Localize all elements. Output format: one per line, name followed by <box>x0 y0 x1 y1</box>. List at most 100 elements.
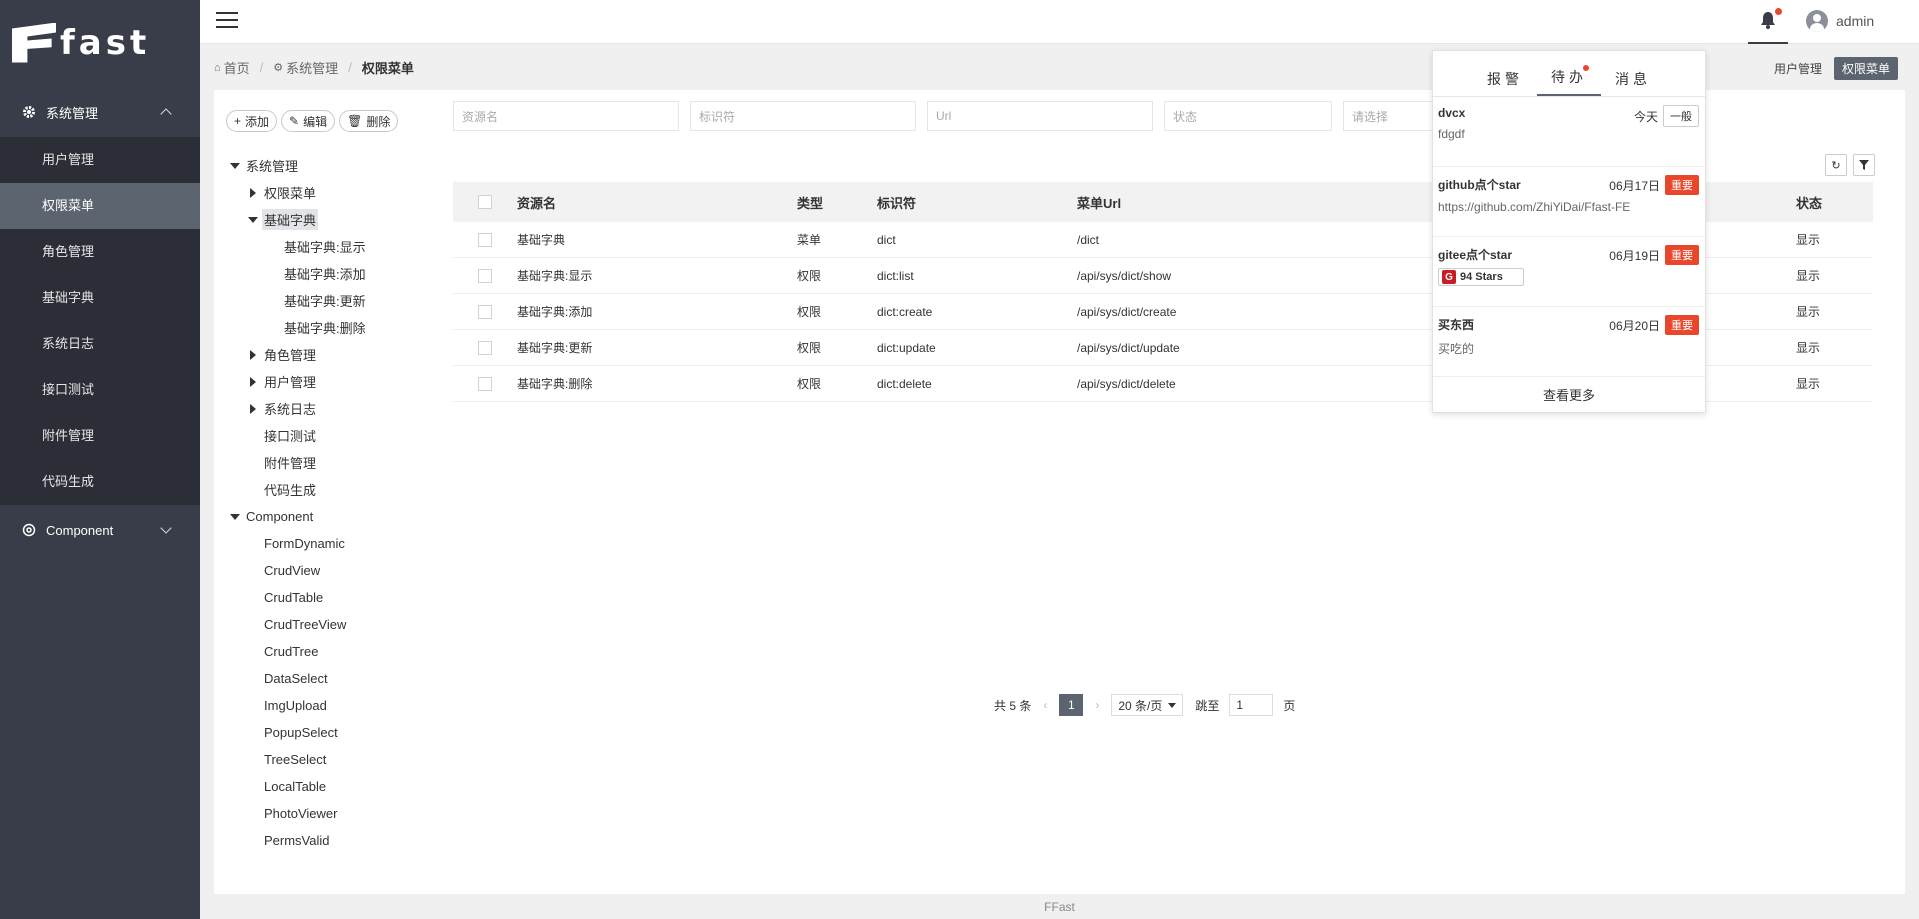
tab-users[interactable]: 用户管理 <box>1774 60 1822 77</box>
caret-right-icon[interactable] <box>244 376 262 387</box>
tree-node[interactable]: 基础字典:添加 <box>226 260 426 287</box>
priority-tag[interactable]: 重要 <box>1665 315 1699 335</box>
tree-node[interactable]: 基础字典:更新 <box>226 287 426 314</box>
row-checkbox[interactable] <box>478 268 492 283</box>
next-page-icon[interactable]: › <box>1095 698 1099 712</box>
column-header-identifier[interactable]: 标识符 <box>877 193 1077 212</box>
caret-right-icon[interactable] <box>244 349 262 360</box>
notification-dropdown: 报警 待办 消息 dvcx fdgdf 今天 一般 github点个star https:… <box>1432 50 1706 413</box>
tree-node[interactable]: DataSelect <box>226 665 426 692</box>
caret-right-icon[interactable] <box>244 187 262 198</box>
tree-node[interactable]: 角色管理 <box>226 341 426 368</box>
avatar <box>1806 10 1828 32</box>
row-checkbox[interactable] <box>478 304 492 319</box>
tree-node[interactable]: 权限菜单 <box>226 179 426 206</box>
jump-page-input[interactable]: 1 <box>1229 694 1274 716</box>
caret-down-icon[interactable] <box>226 513 244 520</box>
type-select[interactable]: 请选择 <box>1343 101 1433 131</box>
notification-bell-button[interactable] <box>1748 8 1788 44</box>
caret-down-icon[interactable] <box>226 162 244 169</box>
tree-node[interactable]: ImgUpload <box>226 692 426 719</box>
resource-name-input[interactable]: 资源名 <box>453 101 679 131</box>
sidebar-item-attachments[interactable]: 附件管理 <box>0 413 200 459</box>
tree-node[interactable]: CrudTreeView <box>226 611 426 638</box>
tree-node[interactable]: TreeSelect <box>226 746 426 773</box>
tree-node[interactable]: 基础字典:删除 <box>226 314 426 341</box>
priority-tag[interactable]: 重要 <box>1665 245 1699 265</box>
filter-icon[interactable] <box>1853 154 1875 176</box>
breadcrumb-home[interactable]: 首页 <box>224 58 250 77</box>
tree-node-label: CrudView <box>264 563 321 578</box>
add-button[interactable]: + 添加 <box>226 110 278 132</box>
stars-badge[interactable]: G 94 Stars <box>1438 268 1524 286</box>
delete-button[interactable]: 🗑 删除 <box>339 110 399 132</box>
sidebar-group-component[interactable]: Component <box>0 505 200 555</box>
menu-tree: 系统管理 权限菜单 基础字典 基础字典:显示 基础字典:添加 基础字典:更新基础字典:删除… <box>226 152 426 854</box>
column-header-type[interactable]: 类型 <box>797 193 877 212</box>
sidebar-item-logs[interactable]: 系统日志 <box>0 321 200 367</box>
user-menu[interactable]: admin <box>1806 10 1874 32</box>
tree-node[interactable]: 基础字典:显示 <box>226 233 426 260</box>
breadcrumb-parent[interactable]: 系统管理 <box>286 58 338 77</box>
tree-node[interactable]: 用户管理 <box>226 368 426 395</box>
tab-messages[interactable]: 消息 <box>1601 69 1665 96</box>
tree-node[interactable]: CrudTable <box>226 584 426 611</box>
tree-node[interactable]: 代码生成 <box>226 476 426 503</box>
caret-right-icon[interactable] <box>244 403 262 414</box>
add-label: 添加 <box>245 114 270 129</box>
url-input[interactable]: Url <box>927 101 1153 131</box>
page-number-current[interactable]: 1 <box>1059 694 1084 716</box>
prev-page-icon[interactable]: ‹ <box>1043 698 1047 712</box>
edit-button[interactable]: ✎ 编辑 <box>281 110 336 132</box>
tab-todo[interactable]: 待办 <box>1537 65 1601 96</box>
tree-node[interactable]: 附件管理 <box>226 449 426 476</box>
row-checkbox[interactable] <box>478 376 492 391</box>
sidebar-item-roles[interactable]: 角色管理 <box>0 229 200 275</box>
priority-tag[interactable]: 重要 <box>1665 175 1699 195</box>
menu-toggle-icon[interactable] <box>216 12 238 30</box>
tree-node[interactable]: 系统日志 <box>226 395 426 422</box>
column-header-status[interactable]: 状态 <box>1796 193 1873 212</box>
notification-item[interactable]: dvcx fdgdf 今天 一般 <box>1433 97 1705 167</box>
tab-permissions[interactable]: 权限菜单 <box>1834 57 1899 80</box>
priority-tag[interactable]: 一般 <box>1663 105 1699 127</box>
sidebar-item-permissions[interactable]: 权限菜单 <box>0 183 200 229</box>
page-size-select[interactable]: 20 条/页 <box>1111 694 1184 716</box>
tree-node[interactable]: 系统管理 <box>226 152 426 179</box>
tab-alarm[interactable]: 报警 <box>1473 69 1537 96</box>
notification-item[interactable]: 买东西 买吃的 06月20日 重要 <box>1433 307 1705 377</box>
home-icon: ⌂ <box>214 61 221 74</box>
cell-status: 显示 <box>1796 269 1821 283</box>
tree-node[interactable]: PermsValid <box>226 827 426 854</box>
notification-body: 买吃的 <box>1438 342 1475 356</box>
tree-node[interactable]: FormDynamic <box>226 530 426 557</box>
tree-node[interactable]: 基础字典 <box>226 206 426 233</box>
notification-item[interactable]: gitee点个star G 94 Stars 06月19日 重要 <box>1433 237 1705 307</box>
identifier-input[interactable]: 标识符 <box>690 101 916 131</box>
status-input[interactable]: 状态 <box>1164 101 1332 131</box>
filter-bar: 资源名 标识符 Url 状态 请选择 <box>453 101 1444 131</box>
refresh-icon[interactable]: ↻ <box>1825 154 1847 176</box>
tree-node[interactable]: CrudTree <box>226 638 426 665</box>
row-checkbox[interactable] <box>478 232 492 247</box>
tree-node[interactable]: Component <box>226 503 426 530</box>
tree-node[interactable]: CrudView <box>226 557 426 584</box>
tree-node[interactable]: PhotoViewer <box>226 800 426 827</box>
tree-node[interactable]: 接口测试 <box>226 422 426 449</box>
notification-item[interactable]: github点个star https://github.com/ZhiYiDai/… <box>1433 167 1705 237</box>
sidebar-item-dict[interactable]: 基础字典 <box>0 275 200 321</box>
tree-node[interactable]: LocalTable <box>226 773 426 800</box>
view-more-link[interactable]: 查看更多 <box>1433 377 1705 404</box>
tree-node-label: CrudTable <box>264 590 324 605</box>
tree-node[interactable]: PopupSelect <box>226 719 426 746</box>
caret-down-icon[interactable] <box>244 216 262 223</box>
row-checkbox[interactable] <box>478 340 492 355</box>
sidebar-item-users[interactable]: 用户管理 <box>0 137 200 183</box>
sidebar-item-codegen[interactable]: 代码生成 <box>0 459 200 505</box>
sidebar-item-api-test[interactable]: 接口测试 <box>0 367 200 413</box>
tree-node-label: 基础字典:删除 <box>284 321 366 336</box>
logo[interactable]: fast <box>0 0 200 85</box>
column-header-name[interactable]: 资源名 <box>517 193 797 212</box>
sidebar-group-system[interactable]: 系统管理 <box>0 87 200 137</box>
select-all-checkbox[interactable] <box>478 195 492 209</box>
